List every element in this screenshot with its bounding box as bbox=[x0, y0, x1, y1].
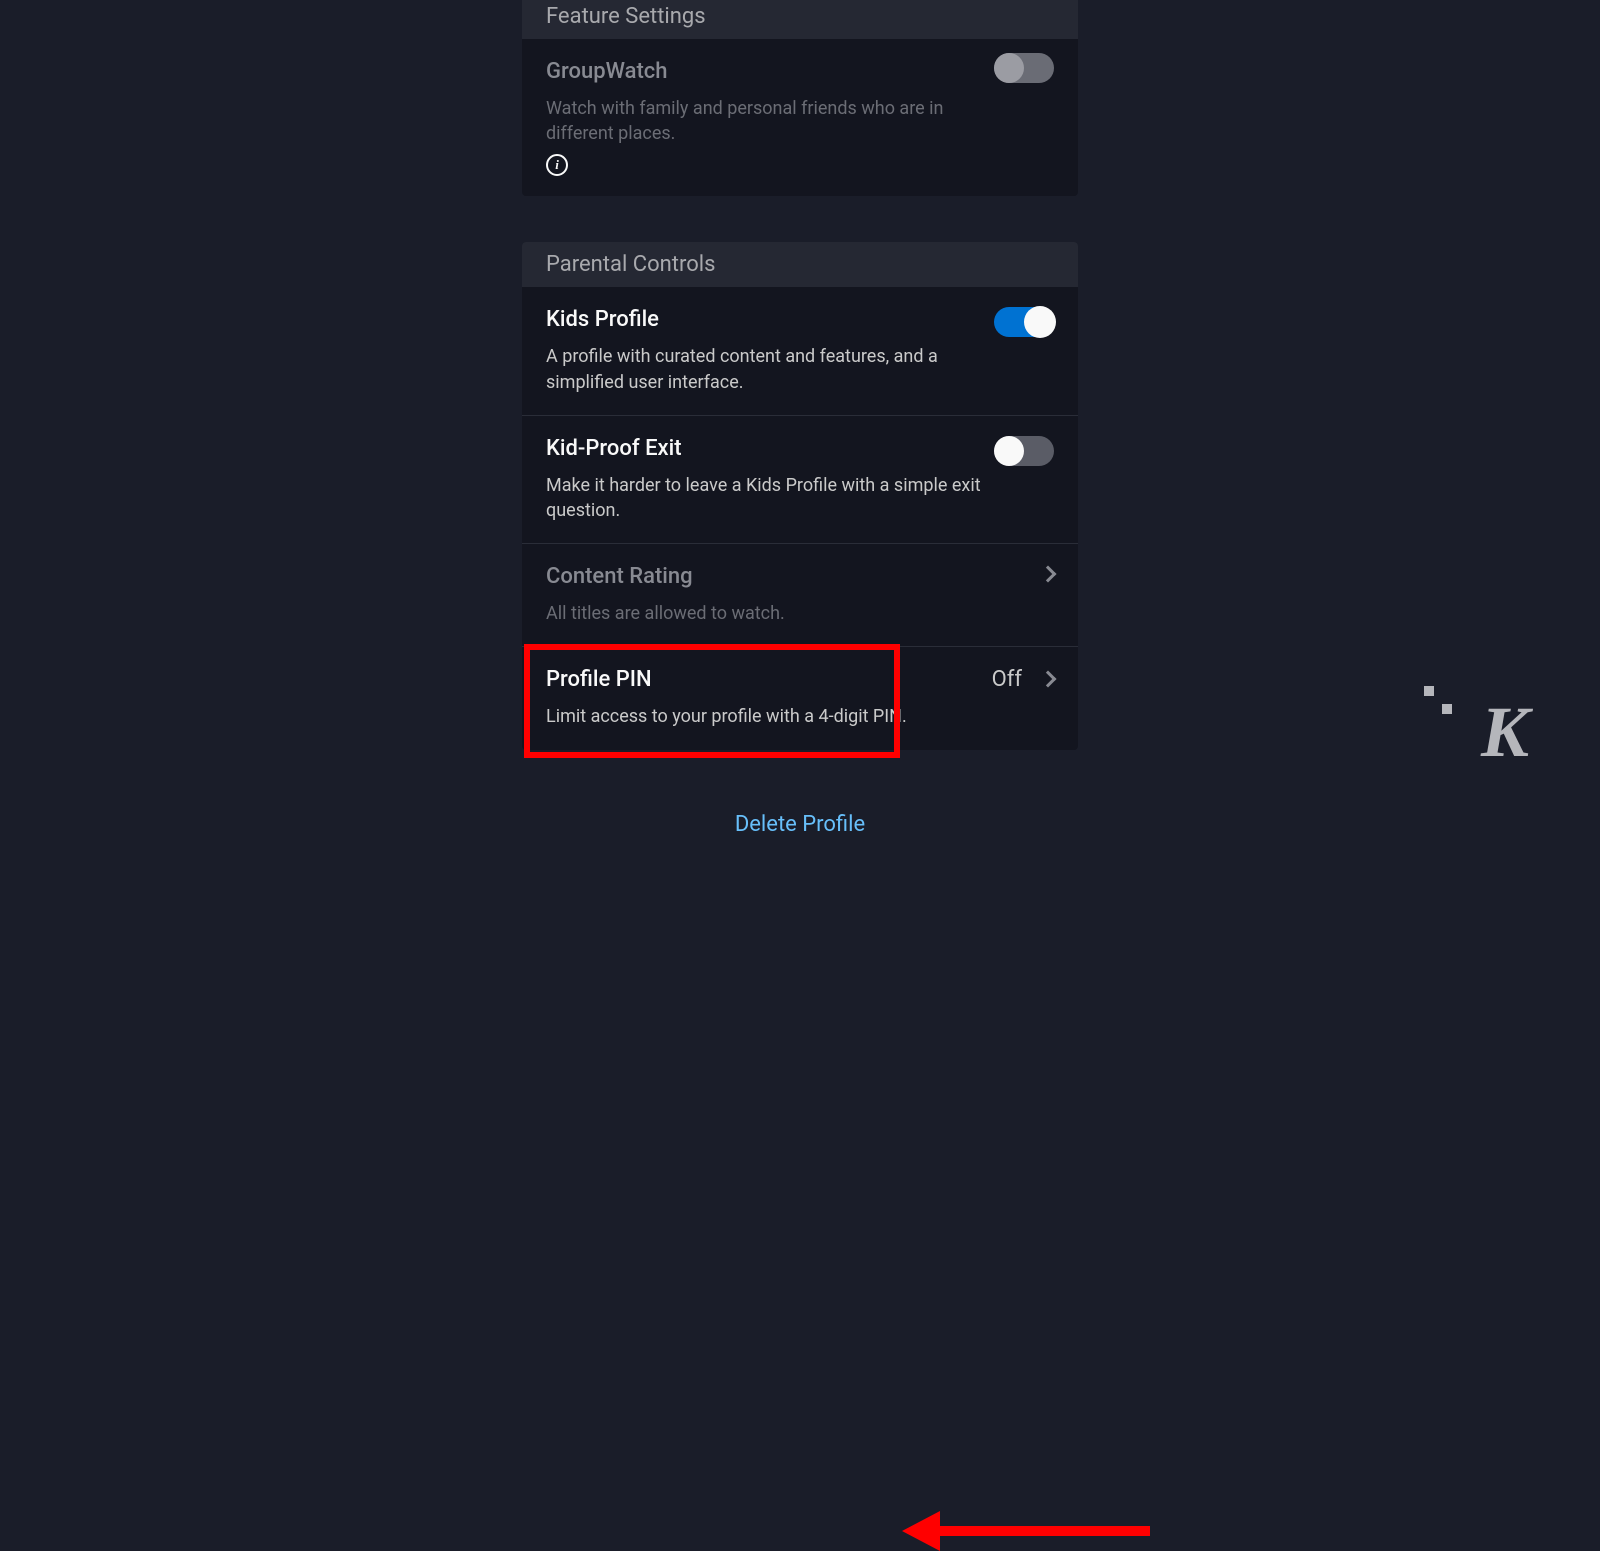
feature-settings-section: Feature Settings GroupWatch Watch with f… bbox=[522, 0, 1078, 196]
profile-pin-title: Profile PIN bbox=[546, 667, 1054, 692]
kids-profile-toggle[interactable] bbox=[994, 307, 1054, 337]
kid-proof-exit-toggle[interactable] bbox=[994, 436, 1054, 466]
groupwatch-row: GroupWatch Watch with family and persona… bbox=[522, 39, 1078, 196]
profile-pin-value: Off bbox=[992, 667, 1022, 692]
watermark-logo: K bbox=[1481, 691, 1525, 774]
kid-proof-exit-title: Kid-Proof Exit bbox=[546, 436, 1054, 461]
groupwatch-description: Watch with family and personal friends w… bbox=[546, 96, 1054, 146]
kids-profile-row: Kids Profile A profile with curated cont… bbox=[522, 287, 1078, 415]
delete-profile-link[interactable]: Delete Profile bbox=[522, 812, 1078, 837]
parental-controls-section: Parental Controls Kids Profile A profile… bbox=[522, 242, 1078, 749]
info-icon[interactable]: i bbox=[546, 154, 568, 176]
kids-profile-title: Kids Profile bbox=[546, 307, 1054, 332]
groupwatch-title: GroupWatch bbox=[546, 59, 1054, 84]
content-rating-title: Content Rating bbox=[546, 564, 1054, 589]
kid-proof-exit-row: Kid-Proof Exit Make it harder to leave a… bbox=[522, 416, 1078, 544]
content-rating-row[interactable]: Content Rating All titles are allowed to… bbox=[522, 544, 1078, 647]
profile-pin-row[interactable]: Profile PIN Limit access to your profile… bbox=[522, 647, 1078, 749]
kids-profile-description: A profile with curated content and featu… bbox=[546, 344, 1054, 394]
kid-proof-exit-description: Make it harder to leave a Kids Profile w… bbox=[546, 473, 1054, 523]
content-rating-description: All titles are allowed to watch. bbox=[546, 601, 1054, 626]
watermark-dots bbox=[1424, 686, 1452, 714]
groupwatch-toggle[interactable] bbox=[994, 53, 1054, 83]
feature-settings-header: Feature Settings bbox=[522, 0, 1078, 39]
profile-pin-description: Limit access to your profile with a 4-di… bbox=[546, 704, 1054, 729]
parental-controls-header: Parental Controls bbox=[522, 242, 1078, 287]
